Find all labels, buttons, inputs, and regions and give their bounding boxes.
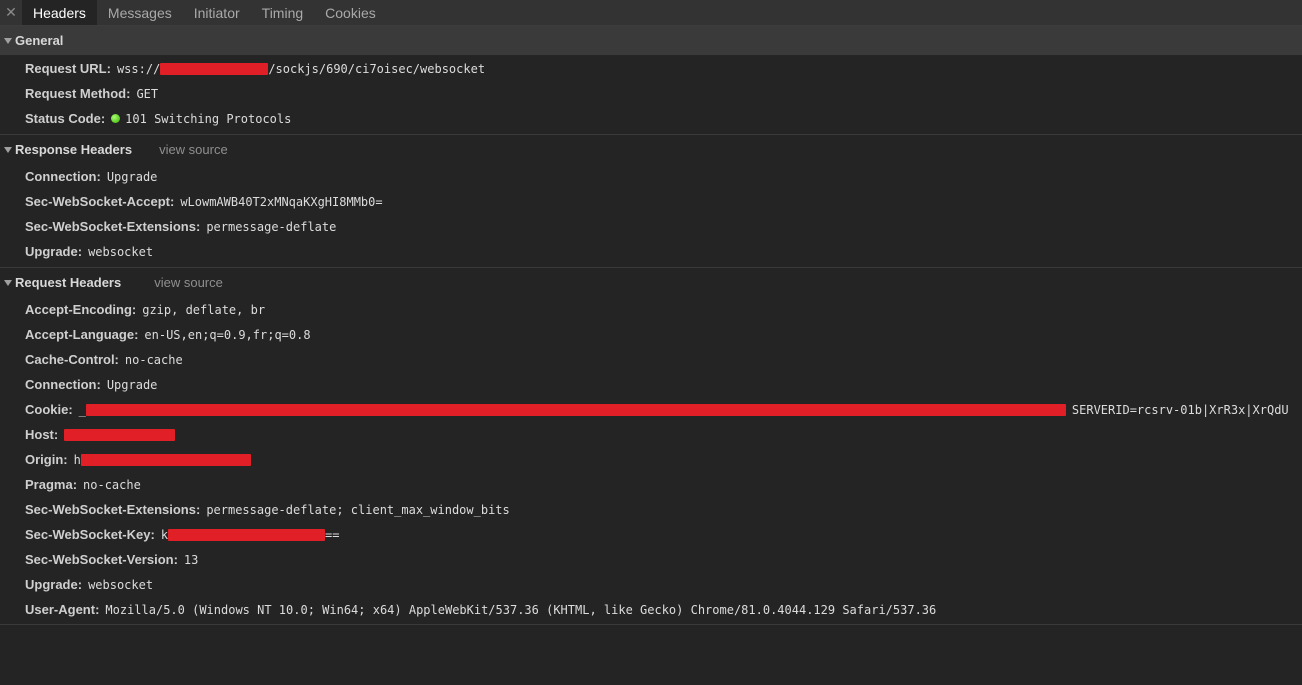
origin-key: Origin: [25, 452, 68, 467]
ws-version-value: 13 [183, 552, 199, 567]
request-view-source-link[interactable]: view source [154, 275, 223, 290]
request-headers-section-header[interactable]: Request Headers view source [0, 268, 1302, 297]
cookie-row: Cookie: _ SERVERID=rcsrv-01b|XrR3x|XrQdU [0, 397, 1302, 422]
expand-triangle-icon [4, 147, 12, 153]
divider [0, 624, 1302, 625]
cache-control-value: no-cache [124, 352, 183, 367]
response-header-value: permessage-deflate [206, 219, 337, 234]
response-header-value: Upgrade [106, 169, 158, 184]
status-code-row: Status Code: 101 Switching Protocols [0, 106, 1302, 131]
pragma-row: Pragma: no-cache [0, 472, 1302, 497]
status-code-key: Status Code: [25, 111, 106, 126]
response-header-row: Sec-WebSocket-Accept: wLowmAWB40T2xMNqaK… [0, 189, 1302, 214]
ws-extensions-value: permessage-deflate; client_max_window_bi… [206, 502, 510, 517]
request-url-prefix: wss:// [116, 61, 161, 76]
host-key: Host: [25, 427, 59, 442]
accept-encoding-key: Accept-Encoding: [25, 302, 137, 317]
user-agent-value: Mozilla/5.0 (Windows NT 10.0; Win64; x64… [105, 602, 937, 617]
request-headers-title: Request Headers [15, 275, 122, 290]
response-header-key: Sec-WebSocket-Extensions: [25, 219, 201, 234]
request-method-value: GET [136, 86, 159, 101]
origin-row: Origin: h [0, 447, 1302, 472]
user-agent-key: User-Agent: [25, 602, 100, 617]
user-agent-row: User-Agent: Mozilla/5.0 (Windows NT 10.0… [0, 597, 1302, 622]
cache-control-row: Cache-Control: no-cache [0, 347, 1302, 372]
redaction-mark [64, 428, 176, 441]
response-header-key: Connection: [25, 169, 101, 184]
ws-extensions-key: Sec-WebSocket-Extensions: [25, 502, 201, 517]
ws-version-key: Sec-WebSocket-Version: [25, 552, 178, 567]
accept-encoding-value: gzip, deflate, br [142, 302, 266, 317]
general-section-header[interactable]: General [0, 26, 1302, 55]
tab-headers[interactable]: Headers [22, 0, 97, 25]
ws-key-suffix: == [325, 527, 340, 542]
redaction-mark [85, 403, 1066, 416]
cookie-key: Cookie: [25, 402, 73, 417]
redaction-mark [168, 528, 326, 541]
connection-key: Connection: [25, 377, 101, 392]
response-header-value: wLowmAWB40T2xMNqaKXgHI8MMb0= [180, 194, 383, 209]
response-header-row: Upgrade: websocket [0, 239, 1302, 264]
accept-language-row: Accept-Language: en-US,en;q=0.9,fr;q=0.8 [0, 322, 1302, 347]
request-url-value: wss:// /sockjs/690/ci7oisec/websocket [117, 62, 485, 76]
close-icon[interactable]: ✕ [0, 0, 22, 25]
ws-version-row: Sec-WebSocket-Version: 13 [0, 547, 1302, 572]
connection-value: Upgrade [106, 377, 158, 392]
origin-value: h [74, 453, 251, 467]
redaction-mark [80, 453, 251, 466]
request-url-suffix: /sockjs/690/ci7oisec/websocket [268, 61, 486, 76]
response-header-row: Sec-WebSocket-Extensions: permessage-def… [0, 214, 1302, 239]
cookie-suffix: SERVERID=rcsrv-01b|XrR3x|XrQdU [1071, 402, 1289, 417]
request-method-key: Request Method: [25, 86, 131, 101]
accept-language-value: en-US,en;q=0.9,fr;q=0.8 [144, 327, 311, 342]
status-code-value: 101 Switching Protocols [125, 111, 292, 126]
pragma-value: no-cache [83, 477, 141, 492]
tab-initiator[interactable]: Initiator [183, 0, 251, 25]
tab-cookies[interactable]: Cookies [314, 0, 387, 25]
connection-row: Connection: Upgrade [0, 372, 1302, 397]
ws-key-key: Sec-WebSocket-Key: [25, 527, 155, 542]
origin-prefix: h [73, 452, 81, 467]
pragma-key: Pragma: [25, 477, 78, 492]
response-header-key: Upgrade: [25, 244, 83, 259]
redaction-mark [160, 62, 269, 75]
cookie-value: _ SERVERID=rcsrv-01b|XrR3x|XrQdU [79, 403, 1289, 417]
response-headers-title: Response Headers [15, 142, 133, 157]
response-view-source-link[interactable]: view source [159, 142, 228, 157]
general-title: General [15, 33, 64, 48]
upgrade-key: Upgrade: [25, 577, 83, 592]
response-header-key: Sec-WebSocket-Accept: [25, 194, 175, 209]
request-url-row: Request URL: wss:// /sockjs/690/ci7oisec… [0, 56, 1302, 81]
expand-triangle-icon [4, 38, 12, 44]
ws-key-prefix: k [160, 527, 169, 542]
host-row: Host: [0, 422, 1302, 447]
request-method-row: Request Method: GET [0, 81, 1302, 106]
accept-language-key: Accept-Language: [25, 327, 139, 342]
ws-key-value: k == [161, 528, 340, 542]
tab-timing[interactable]: Timing [251, 0, 315, 25]
upgrade-value: websocket [88, 577, 154, 592]
accept-encoding-row: Accept-Encoding: gzip, deflate, br [0, 297, 1302, 322]
cache-control-key: Cache-Control: [25, 352, 119, 367]
tab-messages[interactable]: Messages [97, 0, 183, 25]
request-url-key: Request URL: [25, 61, 111, 76]
ws-key-row: Sec-WebSocket-Key: k == [0, 522, 1302, 547]
status-dot-icon [111, 114, 121, 123]
response-headers-section-header[interactable]: Response Headers view source [0, 135, 1302, 164]
cookie-prefix: _ [78, 402, 86, 417]
response-header-row: Connection: Upgrade [0, 164, 1302, 189]
tab-bar: ✕ Headers Messages Initiator Timing Cook… [0, 0, 1302, 26]
ws-extensions-row: Sec-WebSocket-Extensions: permessage-def… [0, 497, 1302, 522]
response-header-value: websocket [88, 244, 154, 259]
expand-triangle-icon [4, 280, 12, 286]
upgrade-row: Upgrade: websocket [0, 572, 1302, 597]
